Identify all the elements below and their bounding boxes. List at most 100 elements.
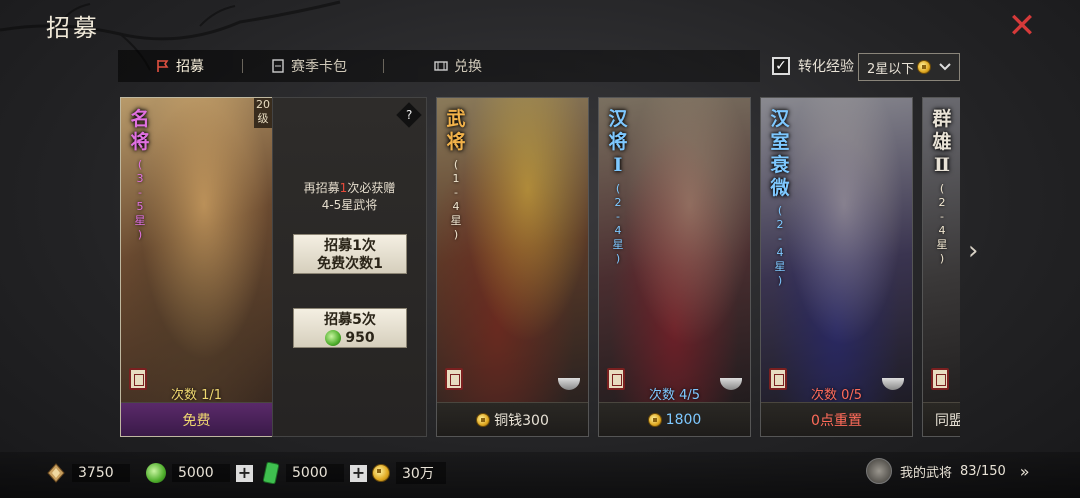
sub-char: - [778,232,782,245]
sub-char: 星 [774,260,786,273]
token-icon [47,463,65,483]
title-char: 室 [770,131,790,153]
exchange-icon [434,61,448,71]
title-char: 将 [446,131,466,153]
sub-char: 4 [938,224,946,237]
tab-label: 招募 [176,59,204,75]
add-jade-button[interactable]: + [236,464,253,482]
title-char: 群 [932,108,952,130]
my-generals-label: 我的武将 [900,465,953,481]
sub-char: 2 [938,196,946,209]
title-char: 汉 [770,108,790,130]
card-pack-icon [272,59,284,73]
title-char: 将 [130,131,150,153]
sub-char: ( [615,182,621,195]
cost-label: 950 [345,330,375,346]
resource-tokens: 3750 [46,462,130,484]
page-title: 招募 [46,14,100,42]
tickets-value: 5000 [286,464,344,482]
footer-label: 0点重置 [811,412,862,429]
level-badge: 20 级 [254,98,272,128]
jade-icon [146,463,166,483]
sub-char: ( [777,204,783,217]
sub-char: 4 [614,224,622,237]
helmet-icon [866,458,892,484]
sub-char: 3 [136,172,144,185]
add-tickets-button[interactable]: + [350,464,367,482]
double-chevron-right-icon: » [1019,461,1030,481]
resource-coins: 30万 [372,462,446,484]
card-title: 群 雄 Ⅱ [929,108,955,177]
star-filter-dropdown[interactable]: 2星以下 [858,53,960,81]
sub-char: ) [453,228,459,241]
tab-season-pack[interactable]: 赛季卡包 [271,50,347,82]
card-generals[interactable]: 武 将 ( 1 - 4 星 ) 铜钱300 [436,97,589,437]
tokens-value: 3750 [72,464,130,482]
sub-char: 1 [452,172,460,185]
tab-recruit[interactable]: 招募 [156,50,204,82]
free-count-label: 免费次数1 [317,256,383,272]
card-footer: 免费 [121,402,272,436]
my-generals-button[interactable]: 我的武将 83/150 » [866,458,1030,484]
convert-exp-label: 转化经验 [798,59,854,75]
sub-char: - [616,210,620,223]
sub-char: 2 [776,218,784,231]
tab-bar: 招募 赛季卡包 兑换 [118,50,760,82]
title-char: Ⅰ [613,154,623,176]
title-char: 微 [770,177,790,199]
resource-jade: 5000 + [146,462,253,484]
sub-char: 星 [134,214,146,227]
draw-count: 次数 1/1 [170,388,223,403]
title-char: Ⅱ [933,154,950,176]
draw-count: 次数 0/5 [810,388,863,403]
card-title: 名 将 [127,108,153,154]
sub-char: - [138,186,142,199]
famous-general-card[interactable]: 20 级 名 将 ( 3 - 5 星 ) 次数 1/1 免费 [120,97,273,437]
tab-divider [383,59,384,73]
footer-label: 铜钱300 [494,412,549,429]
title-char: 将 [608,131,628,153]
card-star-range: ( 2 - 4 星 ) [771,204,789,288]
sub-char: 4 [452,200,460,213]
help-icon[interactable]: ? [396,102,422,128]
convert-exp-checkbox[interactable]: ✓ [772,57,790,75]
card-star-range: ( 2 - 4 星 ) [933,182,951,266]
sub-char: 2 [614,196,622,209]
sub-char: 星 [450,214,462,227]
sub-char: 星 [936,238,948,251]
tab-divider [242,59,243,73]
level-unit: 级 [257,112,269,125]
card-han-decline[interactable]: 汉 室 衰 微 ( 2 - 4 星 ) 次数 0/5 0点重置 [760,97,913,437]
sub-char: ) [615,252,621,265]
card-title: 汉 室 衰 微 [767,108,793,200]
tab-label: 兑换 [454,59,482,75]
chevron-right-icon[interactable]: › [968,236,978,266]
famous-recruit-panel: ? 再招募1次必获赠 4-5星武将 招募1次 免费次数1 招募5次 950 [272,97,427,437]
button-label: 招募5次 [324,312,376,328]
tab-exchange[interactable]: 兑换 [434,50,482,82]
card-footer: 1800 [599,402,750,436]
card-han-generals-1[interactable]: 汉 将 Ⅰ ( 2 - 4 星 ) 次数 4/5 1800 [598,97,751,437]
title-char: 衰 [770,154,790,176]
card-star-range: ( 3 - 5 星 ) [131,158,149,242]
sub-char: - [940,210,944,223]
sub-char: 5 [136,200,144,213]
sub-char: ( [939,182,945,195]
gold-coin-icon [647,412,662,427]
card-warlords-2[interactable]: 群 雄 Ⅱ ( 2 - 4 星 ) 同盟 [922,97,960,437]
sub-char: 星 [612,238,624,251]
my-generals-count: 83/150 [960,463,1006,479]
recruit-once-button[interactable]: 招募1次 免费次数1 [293,234,407,274]
seal-icon [445,368,463,390]
close-button[interactable]: ✕ [1006,9,1038,43]
footer-label: 同盟 [935,412,960,429]
footer-label: 1800 [665,411,702,428]
level-number: 20 [256,98,270,111]
flag-icon [157,60,169,72]
sub-char: ) [777,274,783,287]
coins-value: 30万 [396,462,446,484]
sub-char: ( [137,158,143,171]
recruit-five-button[interactable]: 招募5次 950 [293,308,407,348]
title-char: 名 [130,108,150,130]
convert-exp-toggle[interactable]: ✓ 转化经验 [772,56,854,76]
